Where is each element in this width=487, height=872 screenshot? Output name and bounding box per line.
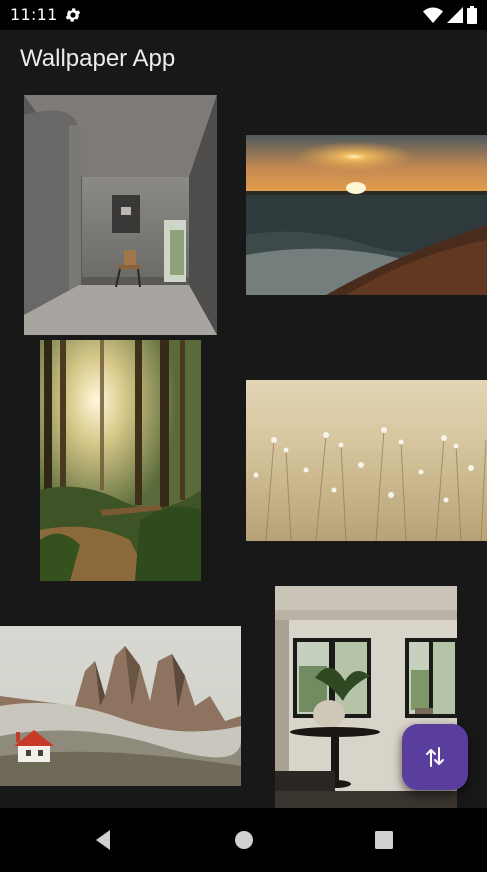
navigation-bar bbox=[0, 808, 487, 872]
wallpaper-thumbnail-sunset[interactable] bbox=[246, 135, 487, 295]
wallpaper-thumbnail-interior[interactable] bbox=[24, 95, 217, 335]
status-icons bbox=[423, 6, 477, 24]
battery-icon bbox=[467, 6, 477, 24]
sort-arrows-icon bbox=[426, 747, 444, 767]
sort-fab-button[interactable] bbox=[402, 724, 468, 790]
wallpaper-thumbnail-field[interactable] bbox=[246, 380, 487, 541]
home-icon[interactable] bbox=[230, 826, 258, 854]
wallpaper-thumbnail-mountains[interactable] bbox=[0, 626, 241, 786]
status-bar: 11:11 bbox=[0, 0, 487, 30]
gear-icon bbox=[65, 8, 81, 22]
back-icon[interactable] bbox=[90, 826, 118, 854]
app-title: Wallpaper App bbox=[20, 45, 176, 72]
wallpaper-thumbnail-forest[interactable] bbox=[40, 340, 201, 581]
wifi-icon bbox=[423, 7, 443, 23]
screen: 11:11 Wallpaper App bbox=[0, 0, 487, 872]
recents-icon[interactable] bbox=[370, 826, 398, 854]
status-time: 11:11 bbox=[10, 5, 58, 24]
cellular-icon bbox=[447, 7, 463, 23]
